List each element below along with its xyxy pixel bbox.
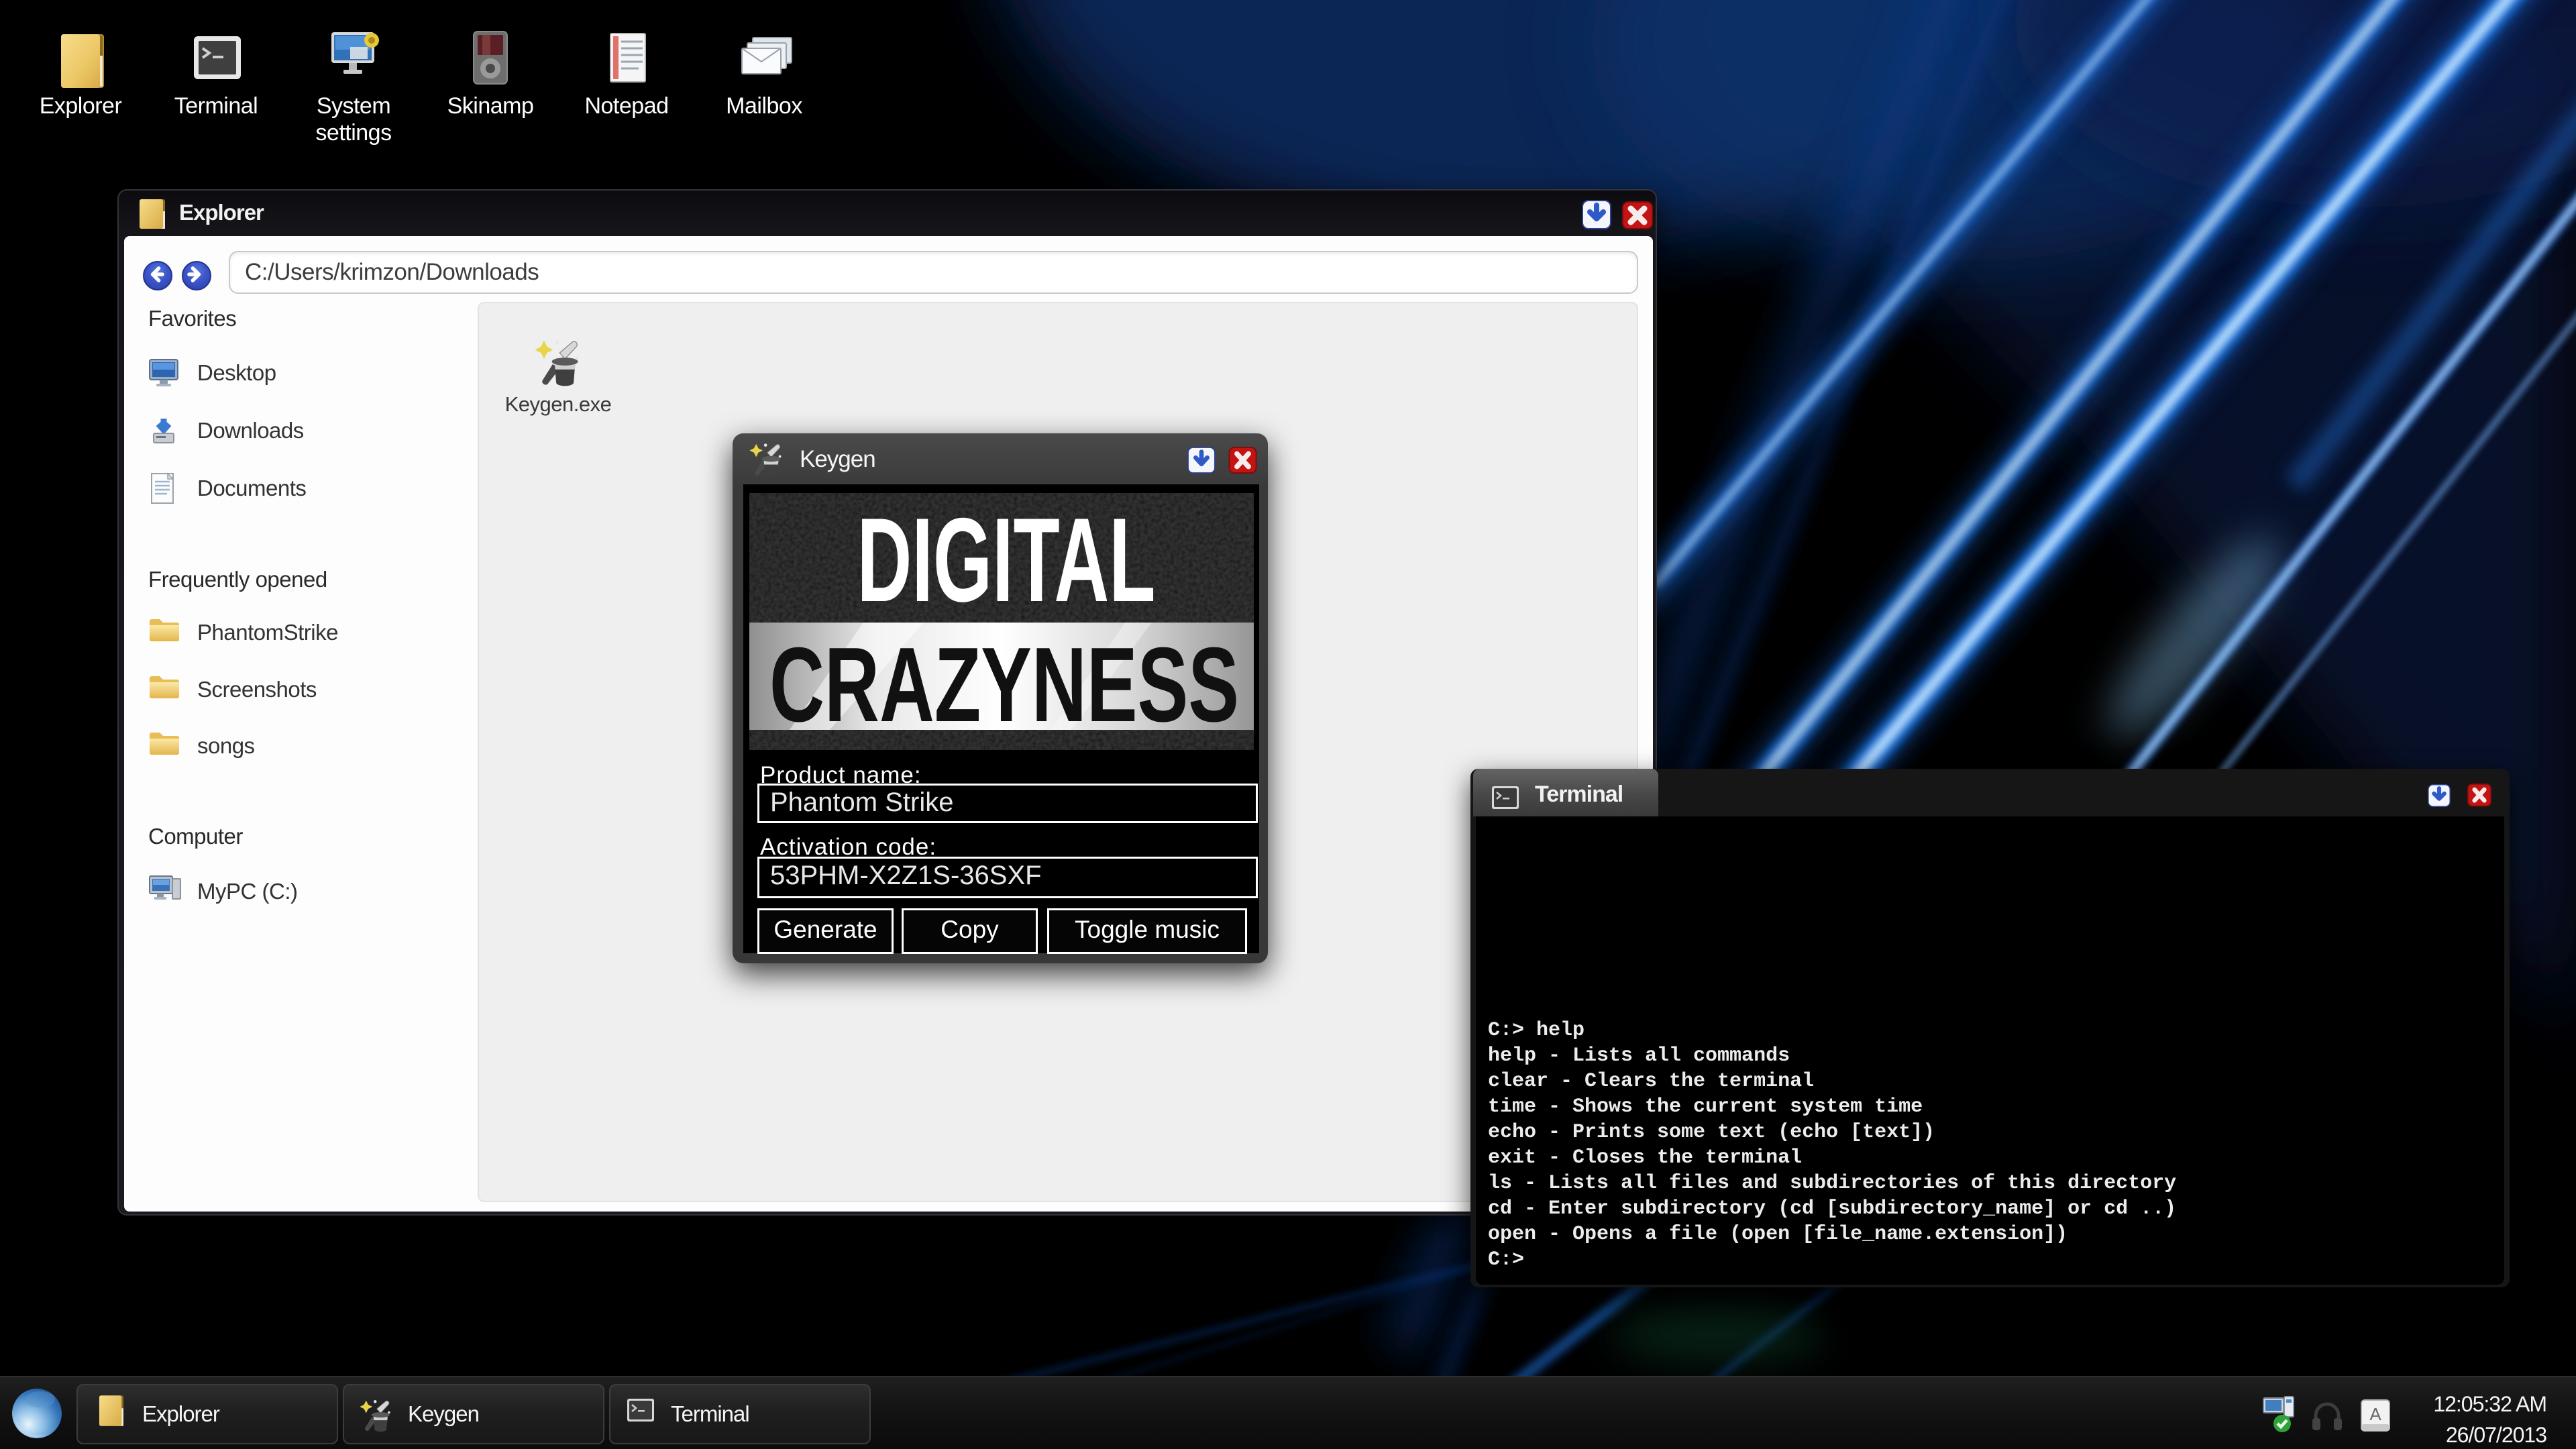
svg-text:CRAZYNESS: CRAZYNESS bbox=[769, 626, 1239, 744]
svg-text:DIGITAL: DIGITAL bbox=[857, 493, 1156, 627]
